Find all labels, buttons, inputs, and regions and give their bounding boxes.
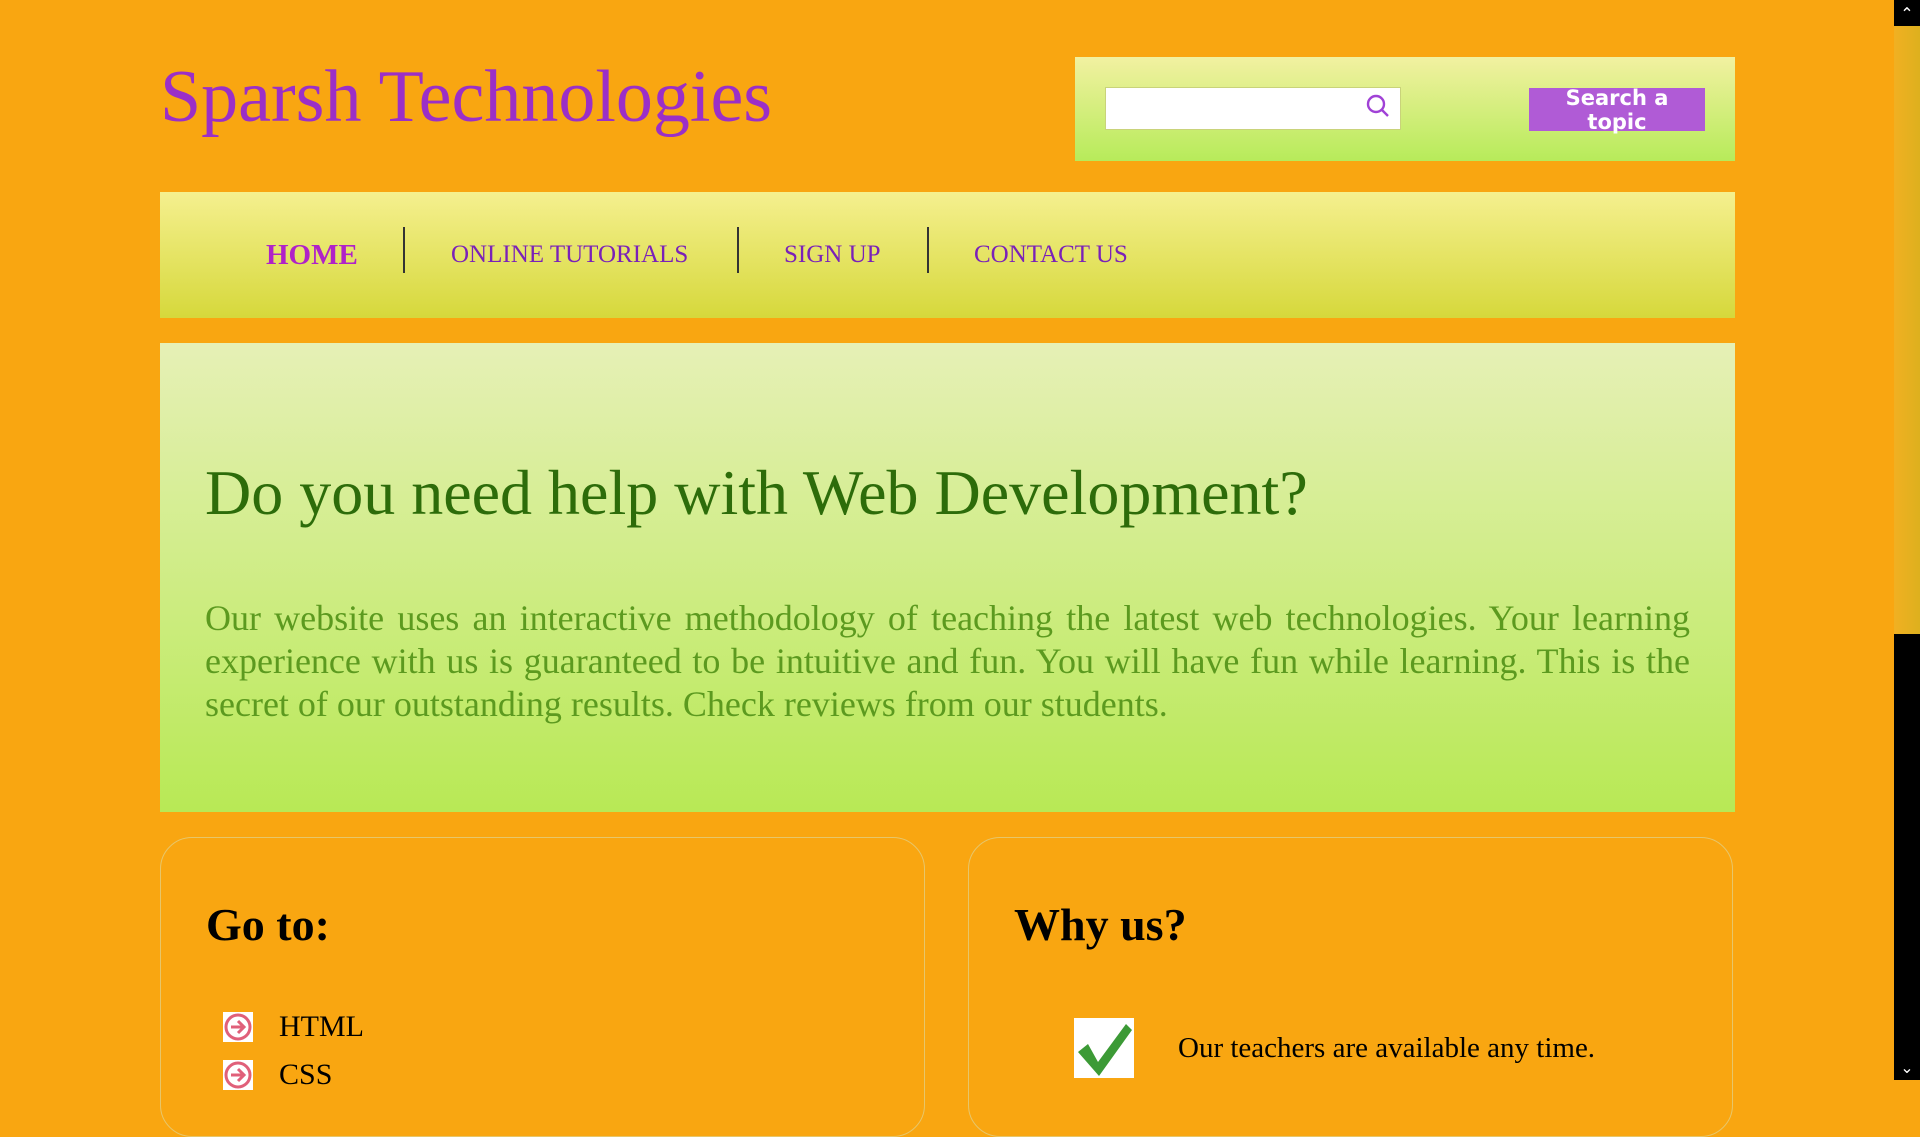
nav-divider xyxy=(403,227,405,273)
hero-title: Do you need help with Web Development? xyxy=(205,457,1308,528)
search-input[interactable] xyxy=(1105,87,1401,130)
search-panel: Search a topic xyxy=(1075,57,1735,161)
nav-item-sign-up[interactable]: SIGN UP xyxy=(784,192,881,318)
main-nav: HOME ONLINE TUTORIALS SIGN UP CONTACT US xyxy=(160,192,1735,318)
why-item-text: Our teachers are available any time. xyxy=(1178,1031,1596,1064)
nav-divider xyxy=(737,227,739,273)
page: Sparsh Technologies Search a topic HOME … xyxy=(0,0,1894,1137)
goto-link-html[interactable]: HTML xyxy=(223,1010,364,1044)
goto-link-label: CSS xyxy=(279,1058,333,1091)
search-icon[interactable] xyxy=(1366,94,1390,118)
nav-item-contact-us[interactable]: CONTACT US xyxy=(974,192,1128,318)
arrow-right-circle-icon xyxy=(223,1060,253,1090)
scrollbar-thumb[interactable] xyxy=(1894,634,1920,1054)
scroll-down-arrow-icon[interactable]: ⌄ xyxy=(1894,1054,1920,1080)
goto-link-label: HTML xyxy=(279,1010,364,1043)
nav-item-online-tutorials[interactable]: ONLINE TUTORIALS xyxy=(451,192,688,318)
hero-text: Our website uses an interactive methodol… xyxy=(205,598,1690,724)
search-button[interactable]: Search a topic xyxy=(1529,86,1705,134)
hero-panel: Do you need help with Web Development? O… xyxy=(160,343,1735,812)
goto-title: Go to: xyxy=(206,899,330,950)
goto-link-css[interactable]: CSS xyxy=(223,1058,332,1092)
vertical-scrollbar[interactable]: ⌃ ⌄ xyxy=(1894,0,1920,1080)
why-list-item: Our teachers are available any time. xyxy=(1074,1018,1595,1078)
goto-card: Go to: HTML CSS xyxy=(160,837,925,1137)
site-title: Sparsh Technologies xyxy=(160,56,773,138)
nav-item-home[interactable]: HOME xyxy=(266,192,358,318)
nav-divider xyxy=(927,227,929,273)
scroll-up-arrow-icon[interactable]: ⌃ xyxy=(1894,0,1920,26)
why-card: Why us? Our teachers are available any t… xyxy=(968,837,1733,1137)
why-title: Why us? xyxy=(1014,899,1187,950)
arrow-right-circle-icon xyxy=(223,1012,253,1042)
checkmark-icon xyxy=(1074,1018,1134,1078)
